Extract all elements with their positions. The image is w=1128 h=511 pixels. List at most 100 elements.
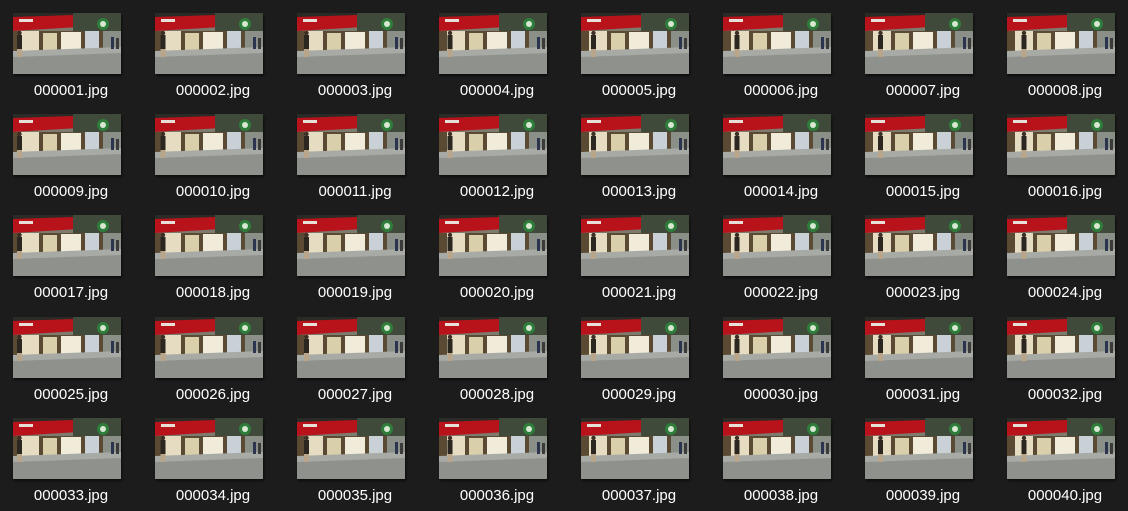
file-thumbnail[interactable] bbox=[13, 316, 121, 378]
file-thumbnail[interactable] bbox=[297, 215, 405, 277]
file-thumbnail[interactable] bbox=[1007, 13, 1115, 74]
file-thumbnail[interactable] bbox=[13, 417, 121, 479]
file-item[interactable]: 000032.jpg bbox=[994, 304, 1128, 404]
file-thumbnail[interactable] bbox=[723, 417, 831, 479]
file-thumbnail[interactable] bbox=[13, 215, 121, 277]
file-thumbnail[interactable] bbox=[439, 13, 547, 74]
file-item[interactable]: 000039.jpg bbox=[852, 405, 994, 505]
file-item[interactable]: 000024.jpg bbox=[994, 202, 1128, 302]
file-name-label[interactable]: 000007.jpg bbox=[852, 82, 994, 100]
file-item[interactable]: 000006.jpg bbox=[710, 0, 852, 100]
file-item[interactable]: 000012.jpg bbox=[426, 101, 568, 201]
file-item[interactable]: 000036.jpg bbox=[426, 405, 568, 505]
file-name-label[interactable]: 000038.jpg bbox=[710, 487, 852, 505]
file-name-label[interactable]: 000025.jpg bbox=[0, 386, 142, 404]
file-item[interactable]: 000023.jpg bbox=[852, 202, 994, 302]
file-item[interactable]: 000037.jpg bbox=[568, 405, 710, 505]
file-thumbnail[interactable] bbox=[297, 316, 405, 378]
file-thumbnail[interactable] bbox=[297, 417, 405, 479]
file-thumbnail[interactable] bbox=[155, 13, 263, 74]
file-item[interactable]: 000030.jpg bbox=[710, 304, 852, 404]
file-thumbnail[interactable] bbox=[13, 114, 121, 176]
file-name-label[interactable]: 000031.jpg bbox=[852, 386, 994, 404]
file-item[interactable]: 000035.jpg bbox=[284, 405, 426, 505]
file-name-label[interactable]: 000032.jpg bbox=[994, 386, 1128, 404]
file-thumbnail[interactable] bbox=[865, 13, 973, 74]
file-item[interactable]: 000022.jpg bbox=[710, 202, 852, 302]
file-item[interactable]: 000028.jpg bbox=[426, 304, 568, 404]
file-name-label[interactable]: 000006.jpg bbox=[710, 82, 852, 100]
file-item[interactable]: 000011.jpg bbox=[284, 101, 426, 201]
file-name-label[interactable]: 000016.jpg bbox=[994, 183, 1128, 201]
file-item[interactable]: 000005.jpg bbox=[568, 0, 710, 100]
file-item[interactable]: 000010.jpg bbox=[142, 101, 284, 201]
file-item[interactable]: 000008.jpg bbox=[994, 0, 1128, 100]
file-item[interactable]: 000038.jpg bbox=[710, 405, 852, 505]
file-thumbnail[interactable] bbox=[865, 215, 973, 277]
file-item[interactable]: 000003.jpg bbox=[284, 0, 426, 100]
file-name-label[interactable]: 000035.jpg bbox=[284, 487, 426, 505]
file-thumbnail[interactable] bbox=[155, 417, 263, 479]
file-item[interactable]: 000016.jpg bbox=[994, 101, 1128, 201]
file-item[interactable]: 000025.jpg bbox=[0, 304, 142, 404]
file-thumbnail[interactable] bbox=[581, 215, 689, 277]
file-name-label[interactable]: 000030.jpg bbox=[710, 386, 852, 404]
file-thumbnail[interactable] bbox=[439, 316, 547, 378]
file-name-label[interactable]: 000003.jpg bbox=[284, 82, 426, 100]
file-name-label[interactable]: 000001.jpg bbox=[0, 82, 142, 100]
file-name-label[interactable]: 000014.jpg bbox=[710, 183, 852, 201]
file-thumbnail[interactable] bbox=[1007, 316, 1115, 378]
file-thumbnail[interactable] bbox=[155, 114, 263, 176]
file-name-label[interactable]: 000039.jpg bbox=[852, 487, 994, 505]
file-name-label[interactable]: 000015.jpg bbox=[852, 183, 994, 201]
file-item[interactable]: 000013.jpg bbox=[568, 101, 710, 201]
file-thumbnail[interactable] bbox=[723, 215, 831, 277]
file-item[interactable]: 000040.jpg bbox=[994, 405, 1128, 505]
file-name-label[interactable]: 000028.jpg bbox=[426, 386, 568, 404]
file-name-label[interactable]: 000017.jpg bbox=[0, 284, 142, 302]
file-item[interactable]: 000026.jpg bbox=[142, 304, 284, 404]
file-item[interactable]: 000034.jpg bbox=[142, 405, 284, 505]
file-item[interactable]: 000001.jpg bbox=[0, 0, 142, 100]
file-name-label[interactable]: 000009.jpg bbox=[0, 183, 142, 201]
file-thumbnail[interactable] bbox=[723, 13, 831, 74]
file-thumbnail[interactable] bbox=[1007, 215, 1115, 277]
file-item[interactable]: 000015.jpg bbox=[852, 101, 994, 201]
file-thumbnail[interactable] bbox=[297, 114, 405, 176]
file-item[interactable]: 000019.jpg bbox=[284, 202, 426, 302]
file-item[interactable]: 000009.jpg bbox=[0, 101, 142, 201]
file-thumbnail[interactable] bbox=[723, 316, 831, 378]
file-item[interactable]: 000014.jpg bbox=[710, 101, 852, 201]
file-thumbnail[interactable] bbox=[13, 13, 121, 74]
file-name-label[interactable]: 000024.jpg bbox=[994, 284, 1128, 302]
file-item[interactable]: 000027.jpg bbox=[284, 304, 426, 404]
file-name-label[interactable]: 000033.jpg bbox=[0, 487, 142, 505]
file-thumbnail[interactable] bbox=[1007, 114, 1115, 176]
file-name-label[interactable]: 000027.jpg bbox=[284, 386, 426, 404]
file-thumbnail[interactable] bbox=[297, 13, 405, 74]
file-name-label[interactable]: 000037.jpg bbox=[568, 487, 710, 505]
file-name-label[interactable]: 000021.jpg bbox=[568, 284, 710, 302]
file-item[interactable]: 000002.jpg bbox=[142, 0, 284, 100]
file-thumbnail[interactable] bbox=[581, 13, 689, 74]
file-name-label[interactable]: 000036.jpg bbox=[426, 487, 568, 505]
file-thumbnail[interactable] bbox=[723, 114, 831, 176]
file-item[interactable]: 000021.jpg bbox=[568, 202, 710, 302]
file-thumbnail[interactable] bbox=[865, 114, 973, 176]
file-name-label[interactable]: 000018.jpg bbox=[142, 284, 284, 302]
file-item[interactable]: 000004.jpg bbox=[426, 0, 568, 100]
file-name-label[interactable]: 000022.jpg bbox=[710, 284, 852, 302]
file-item[interactable]: 000033.jpg bbox=[0, 405, 142, 505]
file-name-label[interactable]: 000023.jpg bbox=[852, 284, 994, 302]
file-name-label[interactable]: 000034.jpg bbox=[142, 487, 284, 505]
file-name-label[interactable]: 000008.jpg bbox=[994, 82, 1128, 100]
file-name-label[interactable]: 000013.jpg bbox=[568, 183, 710, 201]
file-name-label[interactable]: 000040.jpg bbox=[994, 487, 1128, 505]
file-thumbnail[interactable] bbox=[155, 215, 263, 277]
file-thumbnail[interactable] bbox=[581, 114, 689, 176]
file-name-label[interactable]: 000010.jpg bbox=[142, 183, 284, 201]
file-thumbnail[interactable] bbox=[581, 417, 689, 479]
file-item[interactable]: 000031.jpg bbox=[852, 304, 994, 404]
file-name-label[interactable]: 000005.jpg bbox=[568, 82, 710, 100]
file-item[interactable]: 000018.jpg bbox=[142, 202, 284, 302]
